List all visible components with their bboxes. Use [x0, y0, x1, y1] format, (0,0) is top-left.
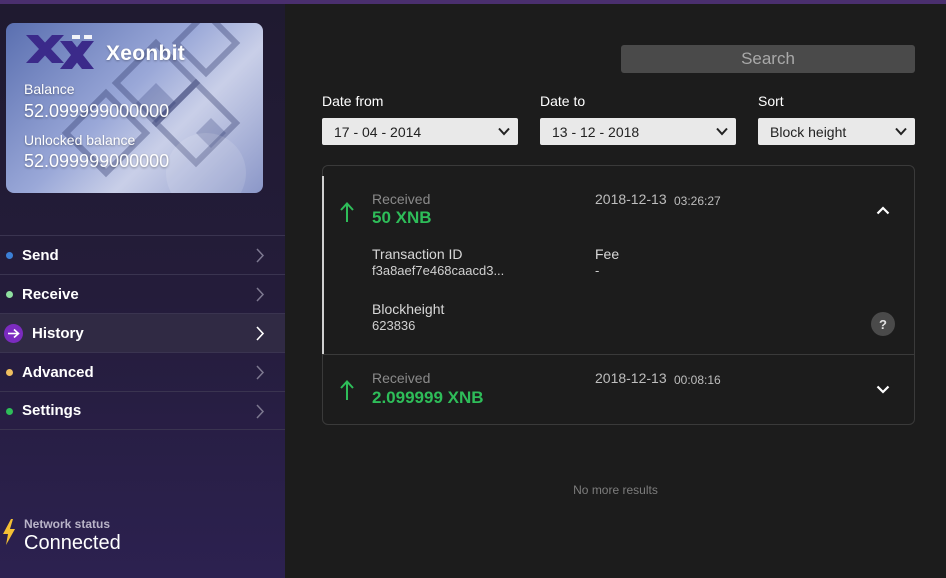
transaction-date: 2018-12-13 [595, 191, 667, 207]
sidebar-item-label: Send [22, 246, 59, 264]
transaction-date: 2018-12-13 [595, 370, 667, 386]
sort-label: Sort [758, 93, 784, 109]
sidebar: Xeonbit Balance 52.099999000000 Unlocked… [0, 4, 285, 578]
collapse-button[interactable] [873, 200, 893, 220]
wallet-card: Xeonbit Balance 52.099999000000 Unlocked… [6, 23, 263, 193]
app-window: Xeonbit Balance 52.099999000000 Unlocked… [0, 0, 946, 578]
brand-name: Xeonbit [106, 42, 186, 65]
date-from-select[interactable]: 17 - 04 - 2014 [322, 118, 518, 145]
transaction-time: 03:26:27 [674, 194, 721, 208]
no-more-results: No more results [573, 483, 658, 497]
fee-label: Fee [595, 246, 620, 262]
chevron-right-icon [256, 365, 265, 380]
chevron-right-icon [256, 248, 265, 263]
chevron-up-icon [876, 205, 890, 214]
settings-dot-icon [6, 408, 13, 415]
transaction-amount: 50 XNB [372, 208, 432, 227]
sort-select[interactable]: Block height [758, 118, 915, 145]
chevron-down-icon [716, 127, 728, 136]
sidebar-item-history[interactable]: History [0, 313, 285, 352]
transaction-type: Received [372, 191, 431, 207]
sidebar-item-advanced[interactable]: Advanced [0, 352, 285, 391]
search-input[interactable] [621, 45, 915, 73]
balance-value: 52.099999000000 [24, 101, 170, 121]
arrow-up-icon [340, 380, 354, 400]
date-to-value: 13 - 12 - 2018 [552, 123, 640, 140]
arrow-up-icon [340, 202, 354, 222]
bolt-icon [3, 519, 15, 545]
sidebar-item-receive[interactable]: Receive [0, 274, 285, 313]
chevron-right-icon [256, 326, 265, 341]
blockheight-value: 623836 [372, 318, 416, 333]
sidebar-item-label: Receive [22, 285, 79, 303]
sidebar-item-label: Advanced [22, 363, 94, 381]
advanced-dot-icon [6, 369, 13, 376]
network-status-value: Connected [24, 532, 121, 554]
date-to-select[interactable]: 13 - 12 - 2018 [540, 118, 736, 145]
xeonbit-logo-icon [26, 35, 94, 69]
chevron-right-icon [256, 404, 265, 419]
unlocked-balance-value: 52.099999000000 [24, 151, 170, 171]
sidebar-nav: Send Receive History Advanced Settings [0, 235, 285, 430]
help-button[interactable]: ? [871, 312, 895, 336]
history-panel: Date from 17 - 04 - 2014 Date to 13 - 12… [285, 4, 946, 578]
transaction-time: 00:08:16 [674, 373, 721, 387]
sort-value: Block height [770, 123, 847, 140]
transaction-id-value[interactable]: f3a8aef7e468caacd3... [372, 263, 504, 278]
send-dot-icon [6, 252, 13, 259]
receive-dot-icon [6, 291, 13, 298]
sidebar-item-label: Settings [22, 402, 82, 419]
sidebar-item-label: History [32, 324, 84, 342]
network-status: Network status Connected [0, 515, 285, 565]
chevron-right-icon [256, 287, 265, 302]
network-status-label: Network status [24, 517, 111, 531]
transaction-list: Received 50 XNB 2018-12-13 03:26:27 Tran… [322, 165, 915, 425]
transaction-item[interactable]: Received 2.099999 XNB 2018-12-13 00:08:1… [323, 355, 914, 424]
unlocked-balance-label: Unlocked balance [24, 132, 136, 148]
arrow-right-icon [4, 324, 23, 343]
sidebar-item-send[interactable]: Send [0, 235, 285, 274]
date-from-label: Date from [322, 93, 384, 109]
transaction-id-label: Transaction ID [372, 246, 463, 262]
chevron-down-icon [498, 127, 510, 136]
chevron-down-icon [876, 385, 890, 394]
blockheight-label: Blockheight [372, 301, 445, 317]
balance-label: Balance [24, 81, 75, 97]
transaction-type: Received [372, 370, 431, 386]
expand-button[interactable] [873, 379, 893, 399]
date-to-label: Date to [540, 93, 586, 109]
transaction-item[interactable]: Received 50 XNB 2018-12-13 03:26:27 Tran… [322, 166, 914, 355]
sidebar-item-settings[interactable]: Settings [0, 391, 285, 430]
date-from-value: 17 - 04 - 2014 [334, 123, 422, 140]
transaction-amount: 2.099999 XNB [372, 388, 484, 407]
chevron-down-icon [895, 127, 907, 136]
fee-value: - [595, 263, 600, 278]
